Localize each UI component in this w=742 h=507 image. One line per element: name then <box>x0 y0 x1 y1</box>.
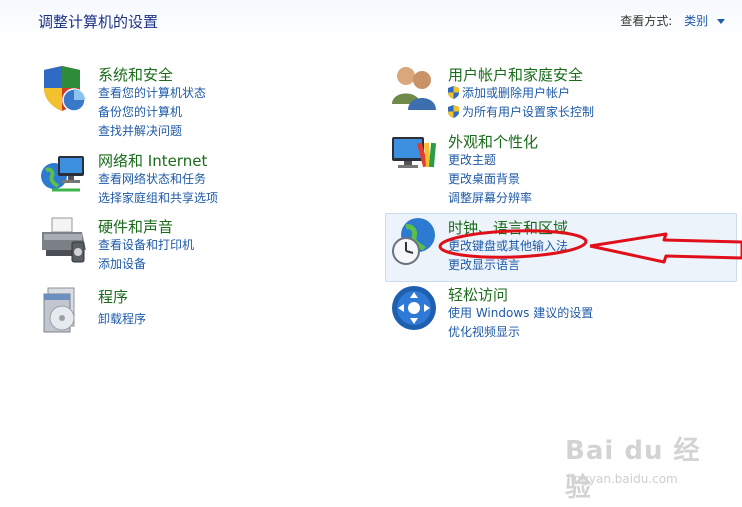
link-view-computer-status[interactable]: 查看您的计算机状态 <box>98 84 206 101</box>
category-title-ease-of-access[interactable]: 轻松访问 <box>448 284 508 305</box>
link-parental-controls-label: 为所有用户设置家长控制 <box>462 105 595 119</box>
link-backup-computer[interactable]: 备份您的计算机 <box>98 103 182 120</box>
view-by-label: 查看方式: <box>620 14 673 28</box>
page-title: 调整计算机的设置 <box>38 13 159 31</box>
link-change-display-language[interactable]: 更改显示语言 <box>448 256 520 273</box>
link-add-remove-accounts-label: 添加或删除用户帐户 <box>462 86 571 100</box>
link-add-remove-accounts[interactable]: 添加或删除用户帐户 <box>448 84 570 101</box>
shield-pie-icon[interactable] <box>40 64 88 112</box>
chevron-down-icon[interactable] <box>717 19 725 24</box>
link-troubleshoot[interactable]: 查找并解决问题 <box>98 122 182 139</box>
link-windows-recommended-settings[interactable]: 使用 Windows 建议的设置 <box>448 304 593 321</box>
uac-shield-icon <box>448 86 459 99</box>
link-desktop-background[interactable]: 更改桌面背景 <box>448 170 520 187</box>
watermark-site: jingyan.baidu.com <box>567 472 678 486</box>
link-optimize-video-display[interactable]: 优化视频显示 <box>448 323 520 340</box>
link-change-theme[interactable]: 更改主题 <box>448 151 496 168</box>
link-add-device[interactable]: 添加设备 <box>98 255 146 272</box>
category-title-hardware-sound[interactable]: 硬件和声音 <box>98 216 173 237</box>
link-network-status[interactable]: 查看网络状态和任务 <box>98 170 206 187</box>
category-title-network[interactable]: 网络和 Internet <box>98 150 207 171</box>
printer-icon[interactable] <box>40 216 88 264</box>
link-devices-printers[interactable]: 查看设备和打印机 <box>98 236 194 253</box>
category-title-user-accounts[interactable]: 用户帐户和家庭安全 <box>448 64 583 85</box>
programs-disc-icon[interactable] <box>40 286 88 334</box>
watermark: Bai du 经验 jingyan.baidu.com <box>565 430 715 503</box>
view-by-dropdown[interactable]: 类别 <box>684 14 708 28</box>
users-icon[interactable] <box>390 64 438 112</box>
watermark-brand: Bai du 经验 <box>565 436 701 503</box>
category-title-clock-region[interactable]: 时钟、语言和区域 <box>448 217 568 238</box>
category-title-programs[interactable]: 程序 <box>98 286 128 307</box>
uac-shield-icon <box>448 105 459 118</box>
view-by: 查看方式: 类别 <box>620 12 725 29</box>
monitor-palette-icon[interactable] <box>390 131 438 179</box>
ease-of-access-icon[interactable] <box>390 284 438 332</box>
link-screen-resolution[interactable]: 调整屏幕分辨率 <box>448 189 532 206</box>
link-change-input-method[interactable]: 更改键盘或其他输入法 <box>448 237 568 254</box>
category-title-system-security[interactable]: 系统和安全 <box>98 64 173 85</box>
category-title-appearance[interactable]: 外观和个性化 <box>448 131 538 152</box>
link-homegroup-sharing[interactable]: 选择家庭组和共享选项 <box>98 189 218 206</box>
clock-globe-icon[interactable] <box>390 217 438 265</box>
network-globe-icon[interactable] <box>40 150 88 198</box>
link-parental-controls[interactable]: 为所有用户设置家长控制 <box>448 103 594 120</box>
link-uninstall-program[interactable]: 卸载程序 <box>98 310 146 327</box>
